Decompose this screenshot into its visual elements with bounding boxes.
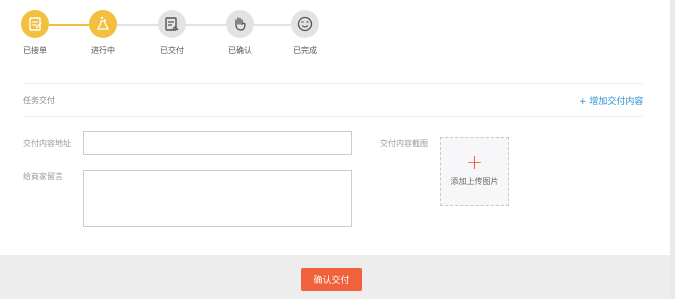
step-completed: 已完成	[280, 10, 330, 60]
screenshot-label: 交付内容截图	[380, 139, 428, 148]
confirm-delivery-button[interactable]: 确认交付	[301, 268, 362, 291]
content-address-label: 交付内容地址	[23, 139, 71, 148]
content-address-input[interactable]	[83, 131, 352, 155]
completed-icon	[291, 10, 319, 38]
plus-icon: +	[466, 150, 483, 174]
step-label: 已交付	[160, 46, 184, 55]
delivery-card: 已接单 进行中 已交付 已确认 已完成 任务交付 + 增加交付内容 交付内容地址…	[0, 0, 670, 255]
step-in-progress: 进行中	[78, 10, 128, 60]
add-delivery-content-link[interactable]: + 增加交付内容	[579, 94, 643, 107]
step-label: 已接单	[23, 46, 47, 55]
divider-top	[23, 83, 643, 84]
upload-image-button[interactable]: + 添加上传图片	[440, 137, 509, 206]
step-delivered: 已交付	[147, 10, 197, 60]
divider-section	[23, 116, 643, 117]
in-progress-icon	[89, 10, 117, 38]
step-order-received: 已接单	[10, 10, 60, 60]
step-connector-pending	[117, 24, 305, 26]
merchant-message-label: 给商家留言	[23, 172, 63, 181]
section-title: 任务交付	[23, 96, 55, 105]
step-label: 已完成	[293, 46, 317, 55]
order-received-icon	[21, 10, 49, 38]
progress-steps: 已接单 进行中 已交付 已确认 已完成	[0, 0, 340, 64]
step-label: 已确认	[228, 46, 252, 55]
page-edge	[670, 0, 675, 299]
step-label: 进行中	[91, 46, 115, 55]
delivered-icon	[158, 10, 186, 38]
merchant-message-textarea[interactable]	[83, 170, 352, 227]
confirmed-icon	[226, 10, 254, 38]
upload-image-label: 添加上传图片	[450, 177, 499, 186]
step-confirmed: 已确认	[215, 10, 265, 60]
